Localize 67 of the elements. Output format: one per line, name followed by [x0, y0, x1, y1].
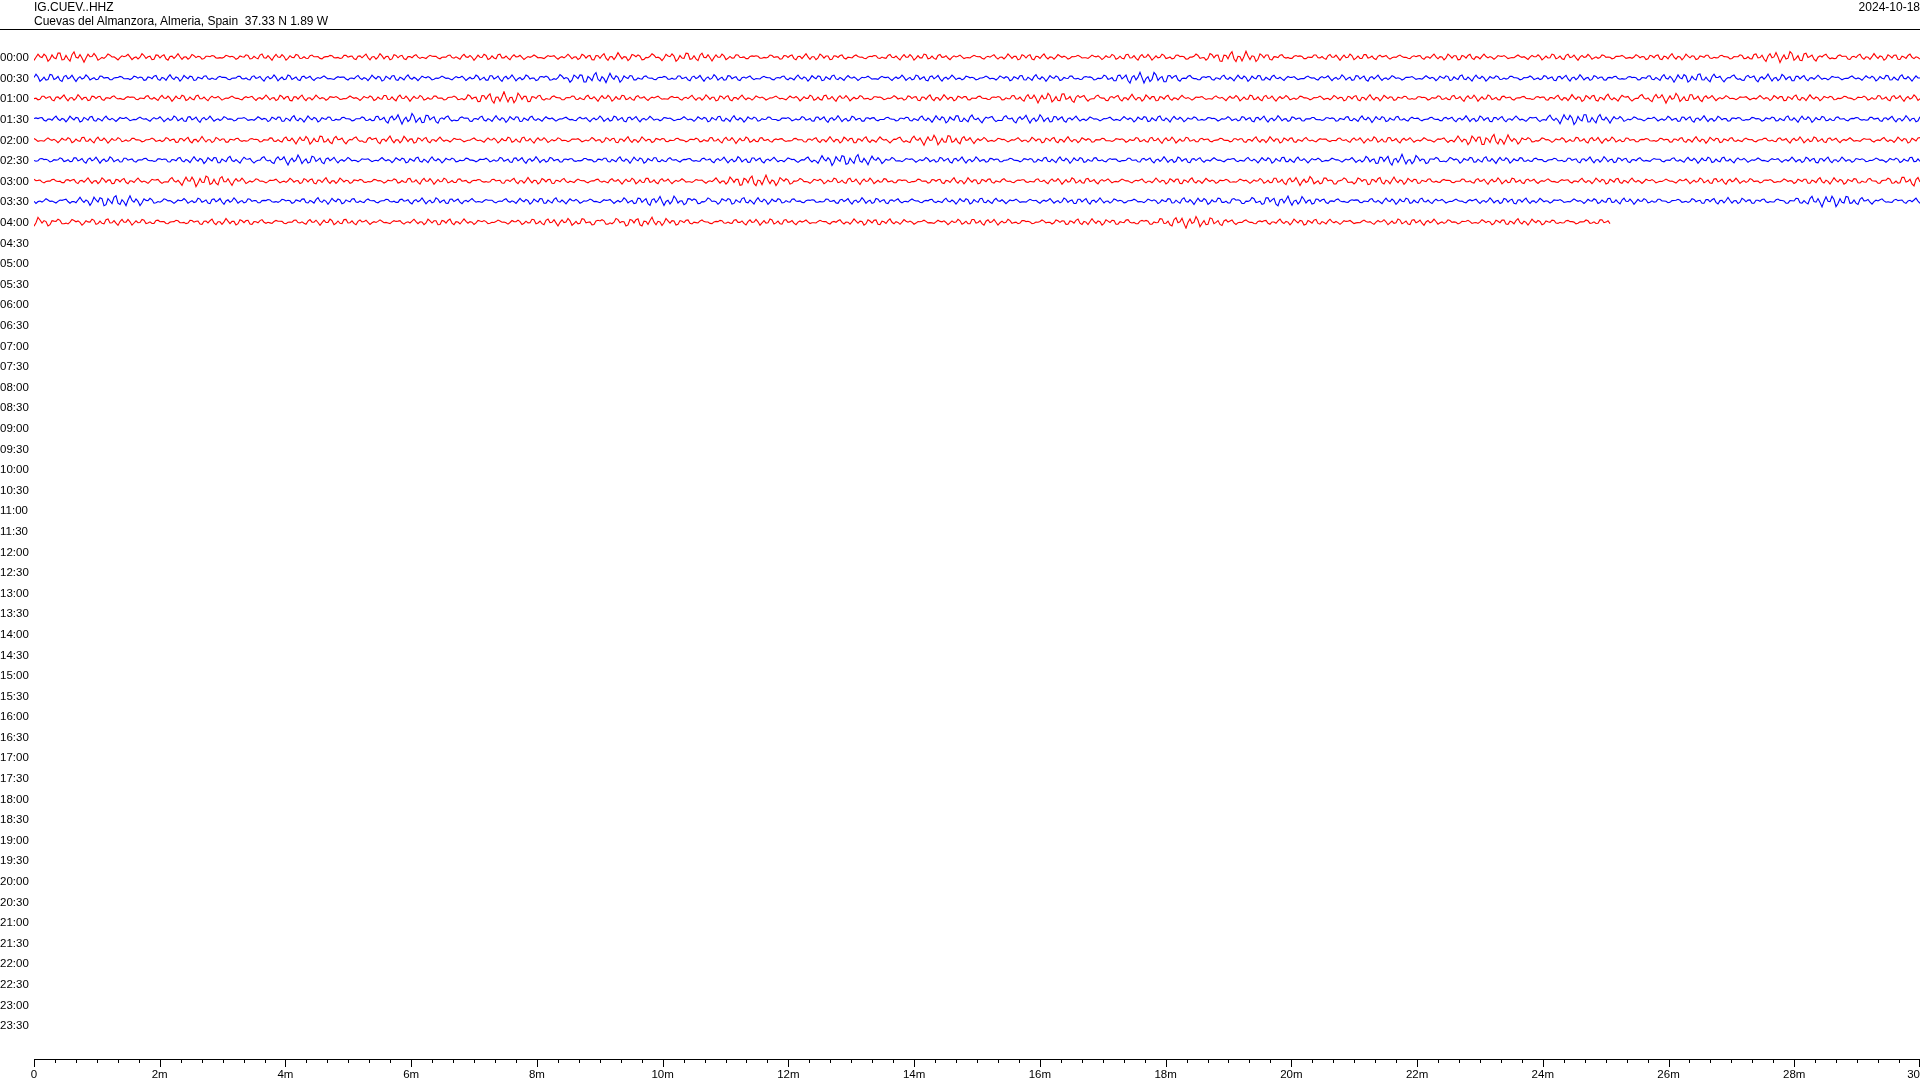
time-label: 01:30: [0, 112, 30, 127]
time-label: 11:00: [0, 503, 29, 518]
time-label: 12:30: [0, 565, 30, 580]
axis-label: 30: [1907, 1066, 1920, 1080]
time-label: 21:30: [0, 935, 30, 950]
time-label: 17:30: [0, 771, 30, 786]
time-label: 04:30: [0, 235, 30, 250]
axis-label: 12m: [777, 1066, 800, 1080]
time-label: 23:00: [0, 997, 30, 1012]
axis-label: 24m: [1531, 1066, 1554, 1080]
time-label: 01:00: [0, 91, 30, 106]
time-label: 15:00: [0, 668, 30, 683]
axis-label: 18m: [1154, 1066, 1177, 1080]
time-label: 03:00: [0, 173, 30, 188]
time-label: 02:30: [0, 153, 30, 168]
time-label: 06:30: [0, 318, 30, 332]
time-label: 13:30: [0, 606, 30, 621]
time-label: 06:00: [0, 297, 30, 312]
time-label: 16:00: [0, 709, 30, 724]
axis-label: 26m: [1657, 1066, 1680, 1080]
time-label: 12:00: [0, 544, 30, 559]
time-label: 19:00: [0, 832, 30, 847]
time-label: 14:00: [0, 626, 30, 641]
axis-label: 22m: [1405, 1066, 1429, 1080]
axis-label: 4m: [277, 1066, 294, 1080]
time-label: 07:00: [0, 338, 30, 353]
time-label: 04:00: [0, 215, 30, 230]
time-label: 13:00: [0, 585, 30, 600]
axis-label: 14m: [902, 1066, 926, 1080]
axis-label: 0: [30, 1066, 38, 1080]
axis-label: 6m: [403, 1066, 420, 1080]
time-label: 09:30: [0, 441, 30, 456]
time-label: 00:30: [0, 70, 30, 85]
station-code: IG.CUEV..HHZ: [34, 0, 115, 14]
time-label: 05:30: [0, 276, 30, 291]
time-label: 09:00: [0, 421, 30, 435]
time-label: 20:30: [0, 894, 30, 909]
time-label: 08:00: [0, 379, 30, 394]
time-label: 17:00: [0, 750, 30, 765]
time-label: 22:30: [0, 977, 30, 991]
axis-label: 20m: [1280, 1066, 1303, 1080]
record-date: 2024-10-18: [1858, 0, 1920, 14]
station-location: Cuevas del Almanzora, Almeria, Spain 37.33 N 1.89 W: [34, 14, 329, 28]
time-label: 21:00: [0, 915, 30, 930]
axis-label: 2m: [151, 1066, 168, 1080]
time-label: 22:00: [0, 956, 30, 971]
time-label: 20:00: [0, 874, 30, 889]
time-label: 14:30: [0, 647, 30, 662]
time-label: 19:30: [0, 853, 30, 868]
axis-label: 28m: [1783, 1066, 1806, 1080]
time-label: 07:30: [0, 359, 30, 374]
axis-label: 16m: [1028, 1066, 1052, 1080]
time-label: 10:00: [0, 462, 30, 477]
time-label: 18:30: [0, 812, 30, 827]
time-label: 16:30: [0, 729, 30, 744]
time-label: 05:00: [0, 256, 30, 271]
time-label: 18:00: [0, 791, 30, 806]
time-label: 23:30: [0, 1018, 30, 1033]
axis-label: 8m: [528, 1066, 545, 1080]
time-label: 02:00: [0, 132, 30, 147]
time-label: 03:30: [0, 194, 30, 209]
time-label: 10:30: [0, 482, 30, 497]
time-label: 15:30: [0, 688, 30, 703]
time-label: 08:30: [0, 400, 30, 415]
axis-label: 10m: [651, 1066, 674, 1080]
time-label: 00:00: [0, 50, 30, 65]
time-label: 11:30: [0, 523, 29, 538]
